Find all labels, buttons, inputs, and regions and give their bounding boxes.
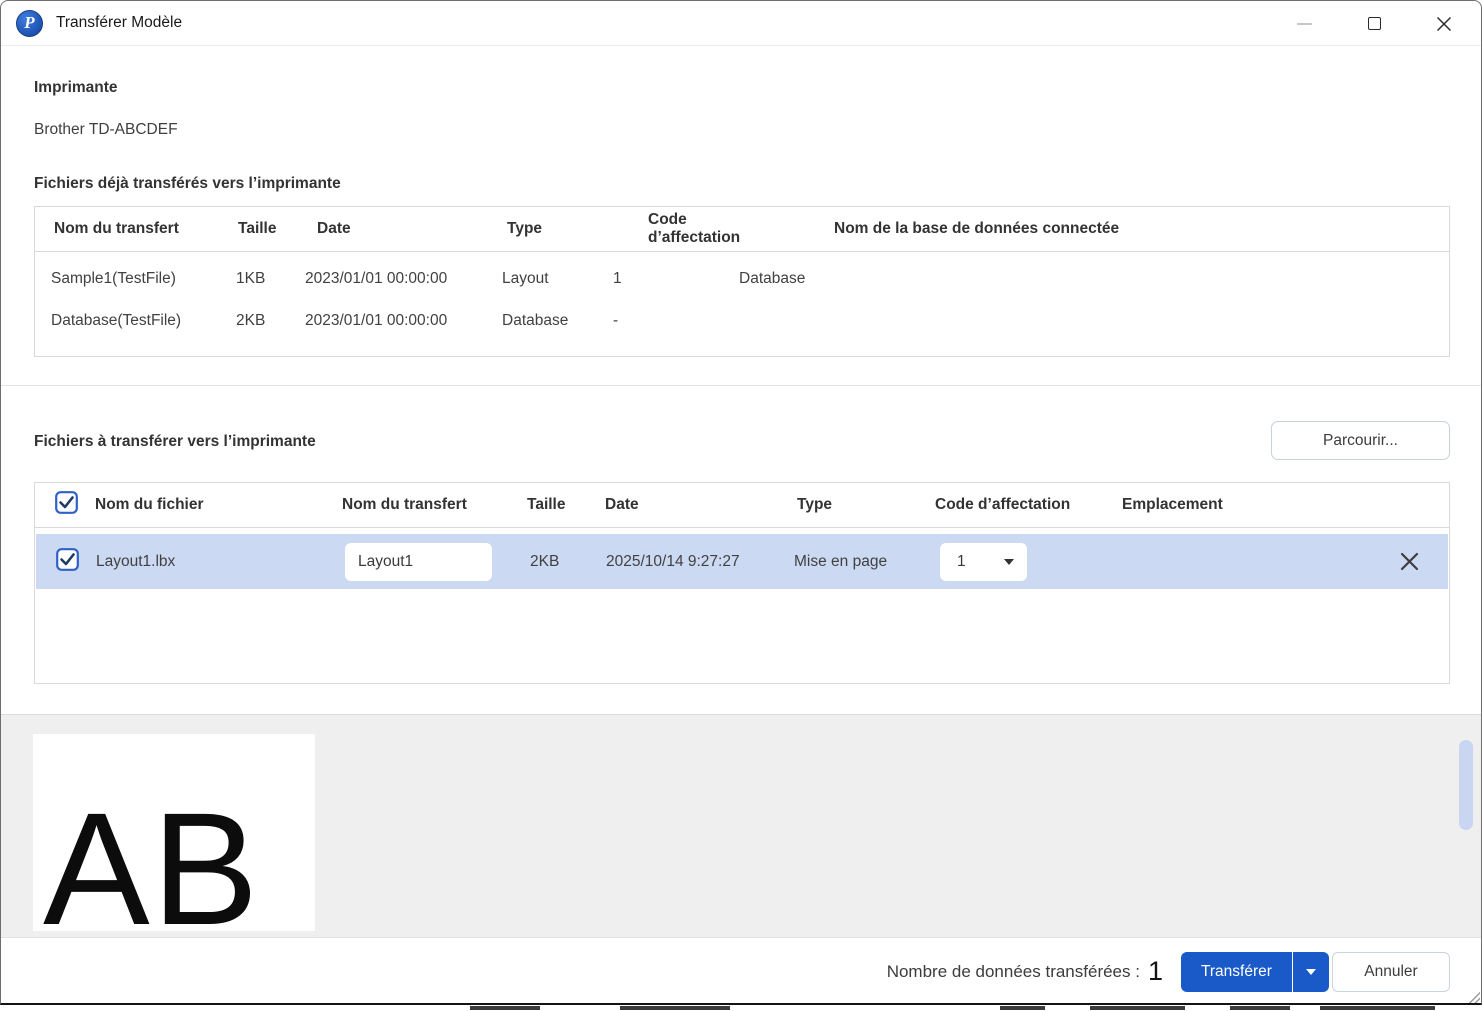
cell-size: 1KB: [236, 270, 266, 287]
cell-transfer-name: Sample1(TestFile): [51, 270, 176, 287]
printer-name: Brother TD-ABCDEF: [34, 121, 178, 138]
browse-button[interactable]: Parcourir...: [1271, 421, 1450, 460]
close-button[interactable]: [1421, 1, 1467, 46]
transfer-button[interactable]: Transférer: [1181, 952, 1292, 992]
column-header: Type: [797, 496, 833, 513]
queue-table-header: Nom du fichier Nom du transfert Taille D…: [35, 483, 1449, 528]
label-preview-image: AB: [33, 734, 315, 931]
queue-section-title: Fichiers à transférer vers l’imprimante: [34, 433, 316, 450]
checkbox-checked-icon: [56, 547, 79, 571]
chevron-down-icon: [1004, 558, 1014, 565]
column-header: Taille: [238, 220, 277, 237]
cell-file-name: Layout1.lbx: [96, 552, 176, 570]
transfer-split-button: Transférer: [1181, 952, 1329, 992]
ptouch-app-icon: P: [16, 9, 43, 37]
row-checkbox[interactable]: [36, 547, 88, 576]
key-code-value: 1: [957, 552, 966, 570]
chevron-down-icon: [1305, 969, 1316, 975]
maximize-icon: [1367, 17, 1381, 30]
column-header: Type: [507, 220, 543, 237]
column-header: Code d’affectation: [935, 496, 1071, 513]
maximize-button[interactable]: [1351, 1, 1397, 46]
transferred-section-title: Fichiers déjà transférés vers l’impriman…: [34, 175, 341, 192]
transferred-table-header: Nom du transfert Taille Date Type Code d…: [35, 207, 1449, 252]
background-artifacts: [0, 1005, 1482, 1011]
cell-type: Mise en page: [794, 552, 888, 570]
remove-file-button[interactable]: [1396, 549, 1422, 575]
minimize-icon: [1296, 22, 1312, 25]
transfer-name-input[interactable]: [345, 542, 492, 581]
column-header: Taille: [527, 496, 566, 513]
queue-files-table: Nom du fichier Nom du transfert Taille D…: [34, 482, 1450, 684]
queue-file-row-selected[interactable]: Layout1.lbx 2KB 2025/10/14 9:27:27 Mise …: [36, 534, 1448, 589]
table-row[interactable]: Sample1(TestFile) 1KB 2023/01/01 00:00:0…: [35, 258, 1449, 300]
cell-date: 2023/01/01 00:00:00: [305, 312, 448, 329]
column-header: Nom du fichier: [95, 496, 204, 513]
column-header: Emplacement: [1122, 496, 1223, 513]
footer-bar: Nombre de données transférées : 1 Transf…: [1, 937, 1481, 1003]
title-bar: P Transférer Modèle: [1, 1, 1481, 46]
app-icon-letter: P: [24, 13, 35, 32]
printer-label: Imprimante: [34, 79, 118, 96]
window-title: Transférer Modèle: [56, 14, 183, 31]
cell-type: Database: [502, 312, 569, 329]
transfer-template-dialog: P Transférer Modèle Imprimante Brother T…: [0, 0, 1482, 1005]
close-icon: [1436, 16, 1452, 31]
cell-database-name: Database: [739, 270, 806, 287]
preview-text: AB: [43, 779, 261, 932]
column-header: Nom du transfert: [342, 496, 467, 513]
cell-size: 2KB: [236, 312, 266, 329]
column-header: Nom de la base de données connectée: [834, 220, 1120, 237]
table-row[interactable]: Database(TestFile) 2KB 2023/01/01 00:00:…: [35, 300, 1449, 342]
cell-size: 2KB: [530, 552, 560, 570]
transferred-files-table: Nom du transfert Taille Date Type Code d…: [34, 206, 1450, 357]
cell-transfer-name: Database(TestFile): [51, 312, 182, 329]
column-header: Nom du transfert: [54, 220, 179, 237]
cell-key-code: 1: [613, 270, 622, 287]
column-header: Date: [605, 496, 639, 513]
cell-date: 2023/01/01 00:00:00: [305, 270, 448, 287]
column-header: Code d’affectation: [648, 211, 741, 246]
preview-pane: AB: [1, 714, 1481, 937]
section-divider: [1, 385, 1481, 386]
transfer-options-dropdown-button[interactable]: [1291, 952, 1329, 992]
cell-type: Layout: [502, 270, 549, 287]
column-header: Date: [317, 220, 351, 237]
transfer-count-label: Nombre de données transférées :: [886, 961, 1140, 981]
cell-date: 2025/10/14 9:27:27: [606, 552, 740, 570]
checkbox-checked-icon: [55, 491, 78, 514]
transfer-count-value: 1: [1147, 956, 1163, 986]
select-all-checkbox[interactable]: [35, 491, 87, 519]
close-icon: [1400, 552, 1418, 571]
key-code-dropdown[interactable]: 1: [940, 542, 1027, 581]
scrollbar-thumb[interactable]: [1459, 740, 1473, 830]
cell-key-code: -: [613, 312, 619, 329]
cancel-button[interactable]: Annuler: [1332, 952, 1450, 992]
minimize-button[interactable]: [1281, 1, 1327, 46]
